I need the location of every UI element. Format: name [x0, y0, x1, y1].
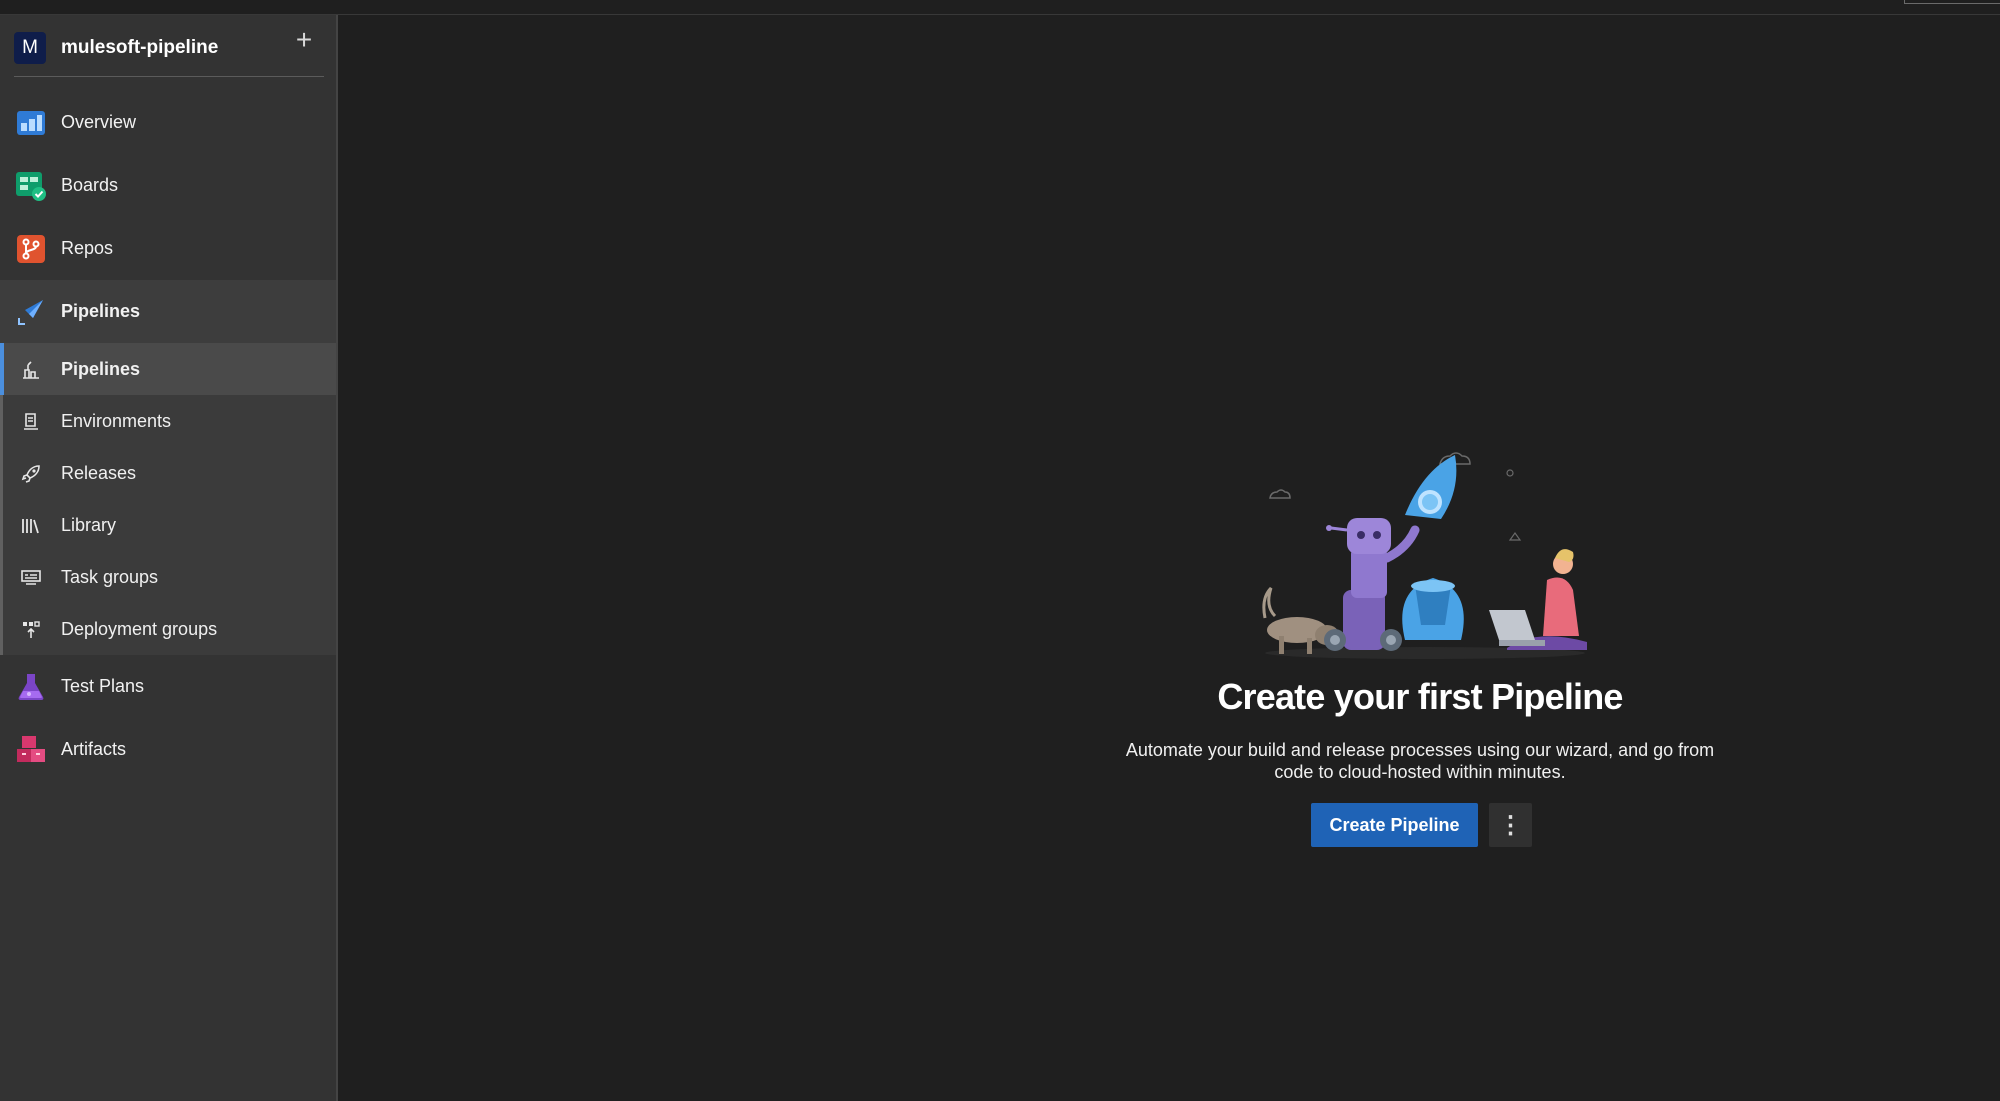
sidebar-subitem-pipelines[interactable]: Pipelines: [0, 343, 336, 395]
overview-icon: [17, 111, 45, 135]
sidebar-item-label: Pipelines: [61, 301, 141, 321]
project-avatar[interactable]: M: [14, 31, 46, 64]
empty-state-actions: Create Pipeline ⋮: [1311, 803, 1532, 847]
sidebar-item-boards[interactable]: Boards: [0, 154, 336, 217]
description-line-2: code to cloud-hosted within minutes.: [1274, 762, 1566, 782]
sidebar-item-repos[interactable]: Repos: [0, 217, 336, 280]
sidebar-subitem-label: Pipelines: [61, 358, 141, 379]
deployment-groups-icon: [23, 621, 40, 638]
releases-icon: [21, 465, 40, 483]
more-options-button[interactable]: ⋮: [1489, 803, 1532, 847]
description-line-1: Automate your build and release processe…: [1125, 740, 1715, 760]
sidebar-item-label: Overview: [61, 112, 137, 132]
create-pipeline-button[interactable]: Create Pipeline: [1311, 803, 1478, 847]
top-bar: [0, 0, 2000, 15]
test-plans-icon: [18, 674, 44, 700]
empty-state-description: Automate your build and release processe…: [1108, 739, 1732, 783]
sidebar-item-pipelines[interactable]: Pipelines: [0, 280, 336, 343]
task-groups-icon: [21, 570, 41, 585]
sidebar-item-label: Repos: [61, 238, 114, 258]
sidebar-item-test-plans[interactable]: Test Plans: [0, 655, 336, 718]
sidebar-item-artifacts[interactable]: Artifacts: [0, 718, 336, 781]
sidebar-nav: Overview Boards Repos Pipelines Pipeline…: [0, 91, 336, 781]
sidebar: M mulesoft-pipeline + Overview Boards Re…: [0, 15, 338, 1101]
sidebar-subitem-label: Releases: [61, 462, 137, 483]
artifacts-icon: [17, 736, 45, 762]
sidebar-subitem-deployment-groups[interactable]: Deployment groups: [3, 603, 336, 655]
sidebar-subitem-label: Environments: [61, 410, 172, 431]
pipelines-icon: [18, 300, 43, 325]
project-name[interactable]: mulesoft-pipeline: [61, 37, 218, 59]
project-header: M mulesoft-pipeline +: [14, 26, 324, 77]
sidebar-subitem-task-groups[interactable]: Task groups: [3, 551, 336, 603]
cloud-icon: [1269, 489, 1291, 499]
library-icon: [22, 519, 39, 534]
plus-icon[interactable]: +: [292, 26, 316, 54]
sidebar-subitem-releases[interactable]: Releases: [3, 447, 336, 499]
sidebar-item-overview[interactable]: Overview: [0, 91, 336, 154]
repos-icon: [17, 235, 45, 263]
sidebar-subitem-label: Task groups: [61, 566, 159, 587]
boards-icon: [16, 172, 46, 201]
pipeline-illustration: [1262, 452, 1587, 659]
pipelines-list-icon: [23, 361, 39, 379]
top-bar-search-box[interactable]: [1904, 0, 2000, 4]
environments-icon: [24, 413, 38, 430]
sidebar-subitem-label: Deployment groups: [61, 618, 218, 639]
sidebar-subitem-environments[interactable]: Environments: [3, 395, 336, 447]
sidebar-subitem-label: Library: [61, 514, 117, 535]
sidebar-subitem-library[interactable]: Library: [3, 499, 336, 551]
empty-state-title: Create your first Pipeline: [1217, 676, 1623, 717]
sidebar-item-label: Boards: [61, 175, 119, 195]
sidebar-item-label: Test Plans: [61, 676, 145, 696]
pipelines-submenu: Pipelines Environments Releases Library …: [0, 343, 336, 655]
sidebar-item-label: Artifacts: [61, 739, 127, 759]
